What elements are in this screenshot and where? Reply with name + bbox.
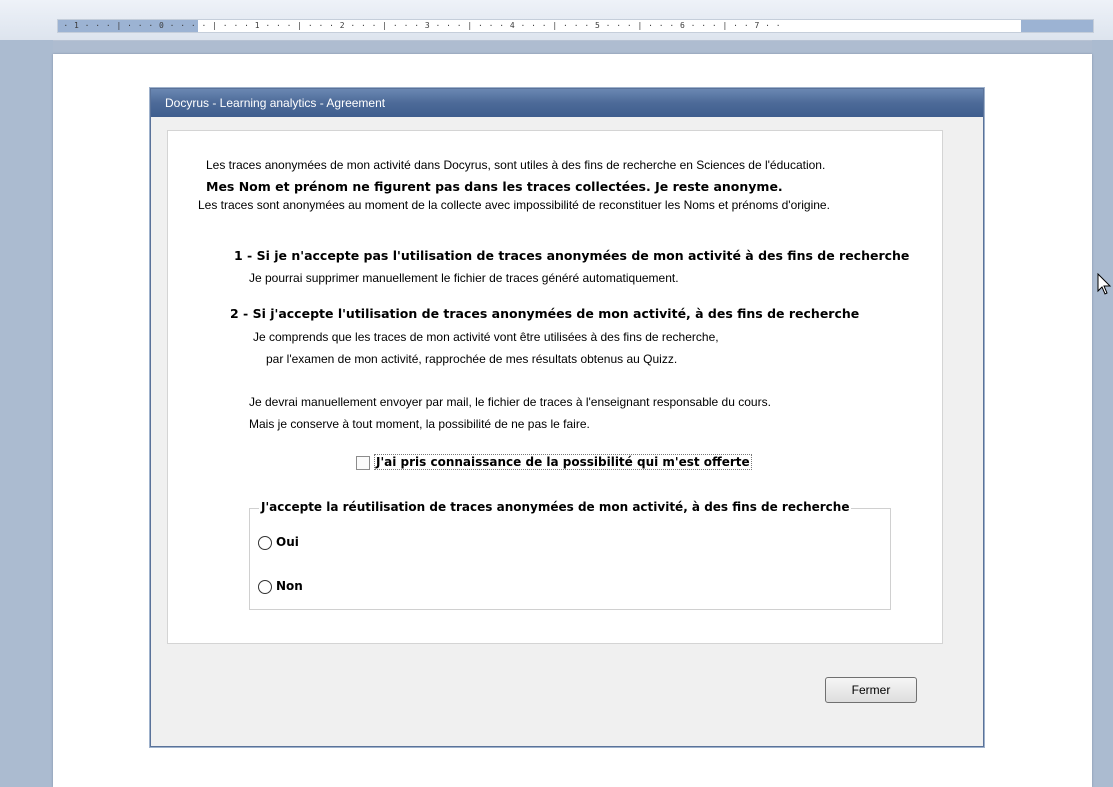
mouse-cursor-icon: [1097, 273, 1112, 295]
acknowledge-checkbox[interactable]: [356, 456, 370, 470]
intro-line-3: Les traces sont anonymées au moment de l…: [198, 198, 830, 212]
close-button[interactable]: Fermer: [825, 677, 917, 703]
ruler-strip[interactable]: · 1 · · · | · · · 0 · · · · | · · · 1 · …: [57, 19, 1094, 33]
option1-text: Je pourrai supprimer manuellement le fic…: [249, 271, 679, 285]
workspace-right: [1092, 40, 1113, 787]
intro-line-1: Les traces anonymées de mon activité dan…: [206, 158, 826, 172]
mail-line-2: Mais je conserve à tout moment, la possi…: [249, 417, 590, 431]
acknowledge-checkbox-label[interactable]: J'ai pris connaissance de la possibilité…: [374, 454, 752, 470]
ruler-scale: · 1 · · · | · · · 0 · · · · | · · · 1 · …: [58, 21, 782, 30]
intro-line-2: Mes Nom et prénom ne figurent pas dans l…: [206, 179, 783, 194]
agreement-dialog: Docyrus - Learning analytics - Agreement…: [150, 88, 984, 747]
option1-title: 1 - Si je n'accepte pas l'utilisation de…: [234, 248, 910, 263]
option2-title: 2 - Si j'accepte l'utilisation de traces…: [230, 306, 860, 321]
radio-non-circle[interactable]: [258, 580, 272, 594]
radio-oui-label[interactable]: Oui: [276, 535, 299, 549]
mail-line-1: Je devrai manuellement envoyer par mail,…: [249, 395, 771, 409]
radio-non-label[interactable]: Non: [276, 579, 303, 593]
option2-text-2: par l'examen de mon activité, rapprochée…: [266, 352, 678, 366]
workspace-left: [0, 40, 53, 787]
consent-groupbox: J'accepte la réutilisation de traces ano…: [249, 500, 891, 610]
consent-group-title: J'accepte la réutilisation de traces ano…: [259, 500, 852, 514]
dialog-title: Docyrus - Learning analytics - Agreement: [151, 89, 983, 117]
agreement-panel: Les traces anonymées de mon activité dan…: [167, 130, 943, 644]
option2-text-1: Je comprends que les traces de mon activ…: [253, 330, 719, 344]
radio-oui-circle[interactable]: [258, 536, 272, 550]
ruler: · 1 · · · | · · · 0 · · · · | · · · 1 · …: [0, 0, 1113, 41]
